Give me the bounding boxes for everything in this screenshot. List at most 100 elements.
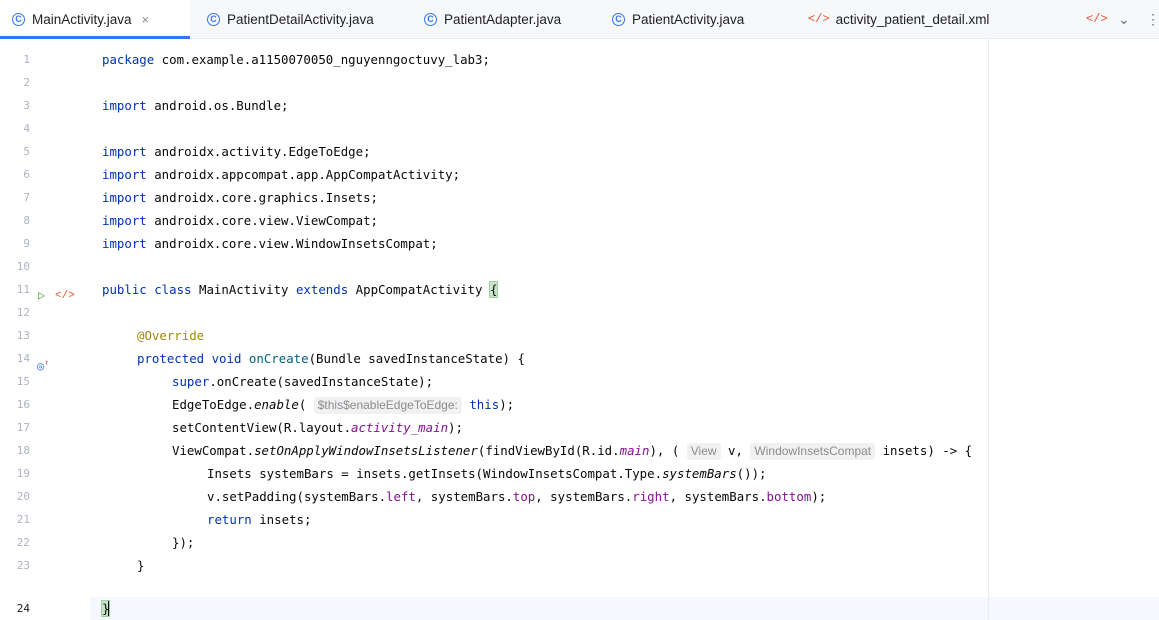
line-number-gutter: 1 2 3 4 5 6 7 8 9 10 11 12 13 14 15 16 1… bbox=[0, 39, 90, 620]
line-number: 9 bbox=[23, 237, 30, 250]
code-text: , systemBars. bbox=[669, 489, 767, 504]
line-number: 18 bbox=[16, 444, 30, 457]
code-line: } bbox=[100, 597, 111, 620]
annotation: @Override bbox=[137, 328, 205, 343]
line-number: 2 bbox=[23, 76, 30, 89]
code-line: }); bbox=[172, 531, 194, 554]
static-method: enable bbox=[254, 397, 299, 412]
keyword: import bbox=[102, 190, 147, 205]
code-line: import androidx.core.view.WindowInsetsCo… bbox=[102, 232, 438, 255]
keyword: this bbox=[469, 397, 500, 412]
keyword: package bbox=[102, 52, 155, 67]
code-text: MainActivity bbox=[191, 282, 296, 297]
line-number: 17 bbox=[16, 421, 30, 434]
override-method-icon[interactable]: ◎↑ bbox=[37, 358, 49, 373]
code-text: android.os.Bundle; bbox=[146, 98, 289, 113]
line-number: 3 bbox=[23, 99, 30, 112]
code-text: setContentView(R.layout. bbox=[172, 420, 352, 435]
line-number: 11 bbox=[16, 283, 30, 296]
field: left bbox=[386, 489, 416, 504]
keyword: return bbox=[207, 512, 252, 527]
keyword: import bbox=[102, 144, 147, 159]
line-number: 6 bbox=[23, 168, 30, 181]
type-hint: WindowInsetsCompat bbox=[750, 443, 876, 460]
keyword: import bbox=[102, 167, 147, 182]
code-text: ); bbox=[499, 397, 515, 412]
line-number: 20 bbox=[16, 490, 30, 503]
code-text: ); bbox=[811, 489, 827, 504]
code-text: insets) -> { bbox=[875, 443, 973, 458]
tab-patient-detail-activity[interactable]: C PatientDetailActivity.java bbox=[207, 0, 374, 38]
code-text: androidx.core.view.WindowInsetsCompat; bbox=[146, 236, 438, 251]
java-class-icon: C bbox=[207, 12, 220, 26]
code-text: insets; bbox=[251, 512, 312, 527]
code-line: setContentView(R.layout.activity_main); bbox=[172, 416, 463, 439]
code-text: EdgeToEdge. bbox=[172, 397, 255, 412]
code-line: return insets; bbox=[207, 508, 311, 531]
code-text: v, bbox=[720, 443, 751, 458]
keyword: public class bbox=[102, 282, 192, 297]
close-icon[interactable]: × bbox=[142, 12, 150, 27]
static-method: setOnApplyWindowInsetsListener bbox=[254, 443, 478, 458]
field: bottom bbox=[766, 489, 812, 504]
code-text: ( bbox=[298, 397, 314, 412]
line-number: 10 bbox=[16, 260, 30, 273]
code-text: ViewCompat. bbox=[172, 443, 255, 458]
code-line: import androidx.appcompat.app.AppCompatA… bbox=[102, 163, 460, 186]
xml-file-icon: </> bbox=[808, 12, 830, 26]
code-line: public class MainActivity extends AppCom… bbox=[102, 278, 499, 301]
right-margin-guide bbox=[988, 39, 989, 620]
run-icon[interactable]: ▷ bbox=[38, 288, 45, 302]
code-line: import androidx.core.view.ViewCompat; bbox=[102, 209, 378, 232]
code-text: com.example.a1150070050_nguyenngoctuvy_l… bbox=[154, 52, 490, 67]
tab-label: PatientAdapter.java bbox=[444, 11, 562, 27]
line-number: 5 bbox=[23, 145, 30, 158]
code-text: androidx.core.graphics.Insets; bbox=[146, 190, 379, 205]
field: top bbox=[512, 489, 536, 504]
code-text: androidx.appcompat.app.AppCompatActivity… bbox=[146, 167, 461, 182]
keyword: extends bbox=[295, 282, 349, 297]
code-line: @Override bbox=[137, 324, 204, 347]
code-line: super.onCreate(savedInstanceState); bbox=[172, 370, 433, 393]
java-class-icon: C bbox=[612, 12, 625, 26]
field: right bbox=[632, 489, 670, 504]
related-xml-icon[interactable]: </> bbox=[55, 290, 75, 302]
code-line: EdgeToEdge.enable( $this$enableEdgeToEdg… bbox=[172, 393, 514, 416]
line-number: 12 bbox=[16, 306, 30, 319]
line-number: 15 bbox=[16, 375, 30, 388]
tab-activity-patient-detail-xml[interactable]: </> activity_patient_detail.xml bbox=[808, 0, 989, 38]
parameter-hint: $this$enableEdgeToEdge: bbox=[313, 397, 462, 414]
line-number: 13 bbox=[16, 329, 30, 342]
code-line: package com.example.a1150070050_nguyenng… bbox=[102, 48, 490, 71]
tab-main-activity[interactable]: C MainActivity.java × bbox=[0, 0, 190, 39]
code-line: } bbox=[137, 554, 144, 577]
code-line: import androidx.core.graphics.Insets; bbox=[102, 186, 378, 209]
code-line: ViewCompat.setOnApplyWindowInsetsListene… bbox=[172, 439, 972, 462]
keyword: super bbox=[172, 374, 210, 389]
method-name: onCreate bbox=[248, 351, 309, 366]
static-field: main bbox=[619, 443, 650, 458]
java-class-icon: C bbox=[12, 12, 25, 26]
line-number: 23 bbox=[16, 559, 30, 572]
code-line: v.setPadding(systemBars.left, systemBars… bbox=[207, 485, 826, 508]
text-caret bbox=[108, 600, 110, 616]
line-number: 19 bbox=[16, 467, 30, 480]
more-options-icon[interactable]: ⋮ bbox=[1146, 0, 1159, 38]
more-tabs-xml-icon[interactable]: </> bbox=[1086, 0, 1108, 38]
type-hint: View bbox=[686, 443, 721, 460]
tab-patient-activity[interactable]: C PatientActivity.java bbox=[612, 0, 744, 38]
line-number: 1 bbox=[23, 53, 30, 66]
code-editor[interactable]: 1 2 3 4 5 6 7 8 9 10 11 12 13 14 15 16 1… bbox=[0, 39, 1159, 620]
tab-patient-adapter[interactable]: C PatientAdapter.java bbox=[424, 0, 561, 38]
code-text: (findViewById(R.id. bbox=[477, 443, 620, 458]
code-line: import android.os.Bundle; bbox=[102, 94, 289, 117]
code-text: , systemBars. bbox=[535, 489, 633, 504]
code-text: } bbox=[137, 558, 145, 573]
code-text: }); bbox=[172, 535, 195, 550]
line-number: 24 bbox=[16, 602, 30, 615]
code-line: Insets systemBars = insets.getInsets(Win… bbox=[207, 462, 767, 485]
keyword: import bbox=[102, 236, 147, 251]
code-line: protected void onCreate(Bundle savedInst… bbox=[137, 347, 525, 370]
code-text: , systemBars. bbox=[415, 489, 513, 504]
chevron-down-icon[interactable]: ⌄ bbox=[1118, 0, 1130, 38]
